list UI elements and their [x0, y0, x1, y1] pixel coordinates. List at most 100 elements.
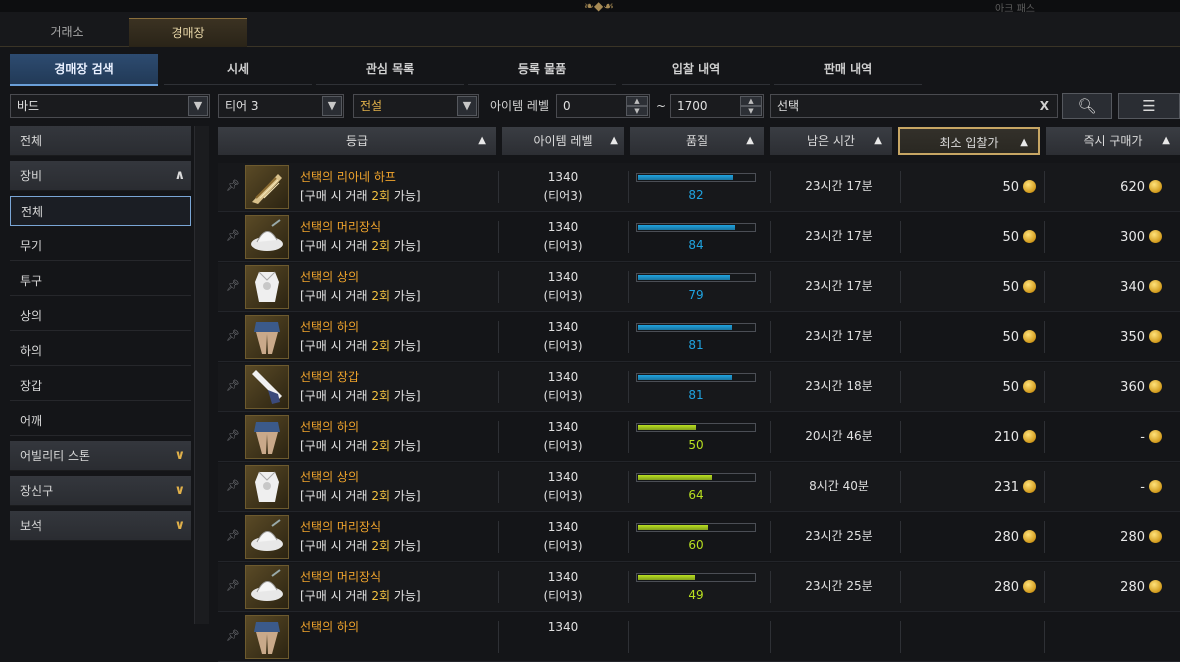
gold-coin-icon [1149, 430, 1162, 443]
tab-bid-history[interactable]: 입찰 내역 [622, 54, 770, 85]
item-name[interactable]: 선택의 하의 [300, 618, 359, 635]
tier-select[interactable]: 티어 3 ▼ [218, 94, 344, 118]
pin-icon[interactable]: 📌︎ [226, 279, 240, 293]
item-level-cell: 1340 (티어3) [504, 168, 622, 206]
sidebar-item-equipment-all[interactable]: 전체 [10, 196, 191, 226]
spin-down-icon[interactable]: ▼ [626, 106, 648, 116]
quality-bar-fill [638, 475, 712, 480]
pin-icon[interactable]: 📌︎ [226, 229, 240, 243]
item-name[interactable]: 선택의 하의 [300, 418, 359, 435]
class-select[interactable]: 바드 ▼ [10, 94, 210, 118]
sidebar-item-gem[interactable]: 보석 ∨ [10, 511, 191, 541]
table-row[interactable]: 📌︎ 선택의 하의 [구매 시 거래 2회 가능] 1340 (티어3) 81 23시간 1… [218, 313, 1180, 362]
item-name[interactable]: 선택의 머리장식 [300, 218, 381, 235]
tab-market[interactable]: 거래소 [10, 18, 124, 46]
spin-up-icon[interactable]: ▲ [626, 96, 648, 106]
pin-icon[interactable]: 📌︎ [226, 379, 240, 393]
table-row[interactable]: 📌︎ 선택의 머리장식 [구매 시 거래 2회 가능] 1340 (티어3) 49 23시간… [218, 563, 1180, 612]
table-row[interactable]: 📌︎ 선택의 하의 [구매 시 거래 2회 가능] 1340 (티어3) 50 20시간 4… [218, 413, 1180, 462]
item-level-cell: 1340 (티어3) [504, 418, 622, 456]
sidebar-item-all[interactable]: 전체 [10, 126, 191, 156]
trade-note-prefix: [구매 시 거래 [300, 489, 372, 503]
detail-search-button[interactable]: ☰ [1118, 93, 1180, 119]
tab-auction-search[interactable]: 경매장 검색 [10, 54, 158, 86]
tab-sales-history[interactable]: 판매 내역 [774, 54, 922, 85]
divider [900, 271, 901, 303]
item-name[interactable]: 선택의 머리장식 [300, 568, 381, 585]
tab-auction[interactable]: 경매장 [129, 18, 247, 47]
pin-icon[interactable]: 📌︎ [226, 179, 240, 193]
gold-coin-icon [1149, 230, 1162, 243]
tab-price[interactable]: 시세 [164, 54, 312, 85]
pin-icon[interactable]: 📌︎ [226, 529, 240, 543]
quality-bar [636, 273, 756, 282]
table-row[interactable]: 📌︎ 선택의 장갑 [구매 시 거래 2회 가능] 1340 (티어3) 81 23시간 1… [218, 363, 1180, 412]
column-quality[interactable]: 품질 ▲ [630, 127, 764, 155]
sidebar-item-top[interactable]: 상의 [10, 301, 191, 331]
level-max-input[interactable]: 1700 ▲ ▼ [670, 94, 764, 118]
item-name[interactable]: 선택의 리아네 하프 [300, 168, 396, 185]
column-buy-now[interactable]: 즉시 구매가 ▲ [1046, 127, 1180, 155]
sidebar-item-accessory[interactable]: 장신구 ∨ [10, 476, 191, 506]
sidebar-item-label: 하의 [20, 344, 43, 358]
pin-icon[interactable]: 📌︎ [226, 479, 240, 493]
table-row[interactable]: 📌︎ 선택의 상의 [구매 시 거래 2회 가능] 1340 (티어3) 79 23시간 1… [218, 263, 1180, 312]
item-tier-value: (티어3) [543, 239, 583, 253]
pin-icon[interactable]: 📌︎ [226, 429, 240, 443]
divider [770, 521, 771, 553]
spin-down-icon[interactable]: ▼ [740, 106, 762, 116]
min-bid-value: 50 [1002, 330, 1019, 345]
search-input[interactable]: 선택 X [770, 94, 1058, 118]
item-name[interactable]: 선택의 상의 [300, 468, 359, 485]
item-tier-value: (티어3) [543, 539, 583, 553]
sidebar-item-ability-stone[interactable]: 어빌리티 스톤 ∨ [10, 441, 191, 471]
pin-icon[interactable]: 📌︎ [226, 329, 240, 343]
column-time-left[interactable]: 남은 시간 ▲ [770, 127, 892, 155]
sidebar-scrollbar[interactable] [194, 126, 209, 624]
divider [770, 471, 771, 503]
grade-select[interactable]: 전설 ▼ [353, 94, 479, 118]
search-button[interactable]: 🔍︎ [1062, 93, 1112, 119]
table-row[interactable]: 📌︎ 선택의 하의 1340 [218, 613, 1180, 662]
level-min-input[interactable]: 0 ▲ ▼ [556, 94, 650, 118]
chevron-down-icon[interactable]: ▼ [457, 96, 477, 116]
min-bid-cell: 50 [918, 180, 1036, 195]
item-name[interactable]: 선택의 장갑 [300, 368, 359, 385]
table-row[interactable]: 📌︎ 선택의 리아네 하프 [구매 시 거래 2회 가능] 1340 (티어3) 82 23… [218, 163, 1180, 212]
spin-up-icon[interactable]: ▲ [740, 96, 762, 106]
pin-icon[interactable]: 📌︎ [226, 579, 240, 593]
column-label: 등급 [345, 134, 369, 148]
sidebar-item-helmet[interactable]: 투구 [10, 266, 191, 296]
trade-note: [구매 시 거래 2회 가능] [300, 387, 421, 404]
sidebar-item-shoulder[interactable]: 어깨 [10, 406, 191, 436]
tab-registered[interactable]: 등록 물품 [468, 54, 616, 85]
column-min-bid[interactable]: 최소 입찰가 ▲ [898, 127, 1040, 155]
sidebar-item-bottom[interactable]: 하의 [10, 336, 191, 366]
table-row[interactable]: 📌︎ 선택의 머리장식 [구매 시 거래 2회 가능] 1340 (티어3) 60 23시간… [218, 513, 1180, 562]
chevron-down-icon[interactable]: ▼ [188, 96, 208, 116]
sidebar-item-gloves[interactable]: 장갑 [10, 371, 191, 401]
divider [628, 371, 629, 403]
item-name[interactable]: 선택의 상의 [300, 268, 359, 285]
top-icon [245, 265, 289, 309]
table-row[interactable]: 📌︎ 선택의 상의 [구매 시 거래 2회 가능] 1340 (티어3) 64 8시간 40… [218, 463, 1180, 512]
chevron-down-icon[interactable]: ▼ [322, 96, 342, 116]
divider [498, 321, 499, 353]
sidebar-item-weapon[interactable]: 무기 [10, 231, 191, 261]
clear-icon[interactable]: X [1040, 95, 1049, 117]
item-name[interactable]: 선택의 머리장식 [300, 518, 381, 535]
main-tabs: 거래소 경매장 [0, 12, 1180, 47]
hat-icon [245, 215, 289, 259]
table-row[interactable]: 📌︎ 선택의 머리장식 [구매 시 거래 2회 가능] 1340 (티어3) 84 23시간… [218, 213, 1180, 262]
chevron-down-icon: ∨ [174, 518, 185, 533]
time-left: 20시간 46분 [805, 429, 873, 443]
tab-watchlist[interactable]: 관심 목록 [316, 54, 464, 85]
column-item-level[interactable]: 아이템 레벨 ▲ [502, 127, 624, 155]
sidebar-item-equipment[interactable]: 장비 ∧ [10, 161, 191, 191]
item-name[interactable]: 선택의 하의 [300, 318, 359, 335]
pin-icon[interactable]: 📌︎ [226, 629, 240, 643]
tier-select-value: 티어 3 [225, 99, 259, 113]
time-left: 8시간 40분 [809, 479, 869, 493]
column-grade[interactable]: 등급 ▲ [218, 127, 496, 155]
min-bid-cell: 210 [918, 430, 1036, 445]
